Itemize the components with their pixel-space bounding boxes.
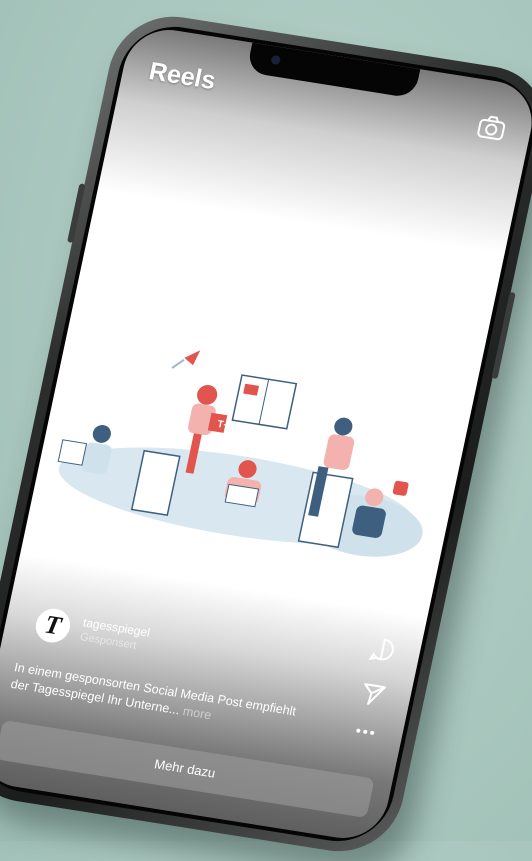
reel-illustration: T+ — [57, 350, 423, 557]
comment-icon[interactable] — [367, 635, 398, 665]
post-caption[interactable]: In einem gesponsorten Social Media Post … — [9, 659, 303, 738]
front-camera — [270, 54, 282, 66]
phone-mockup: Reels T+ T tagesspiegel Gesponsert In ei… — [0, 7, 532, 861]
side-button-volume — [67, 183, 86, 244]
more-icon[interactable] — [351, 725, 379, 739]
caption-text: In einem gesponsorten Social Media Post … — [9, 660, 298, 719]
tplus-badge: T+ — [216, 419, 230, 432]
screen: Reels T+ T tagesspiegel Gesponsert In ei… — [0, 23, 532, 845]
page-title: Reels — [146, 57, 219, 96]
more-link[interactable]: more — [182, 704, 213, 722]
cta-button[interactable]: Mehr dazu — [0, 719, 375, 818]
avatar[interactable]: T — [32, 606, 74, 645]
rocket-icon — [171, 350, 201, 369]
camera-icon[interactable] — [474, 111, 510, 145]
newspaper — [231, 374, 298, 430]
send-icon[interactable] — [358, 680, 389, 710]
